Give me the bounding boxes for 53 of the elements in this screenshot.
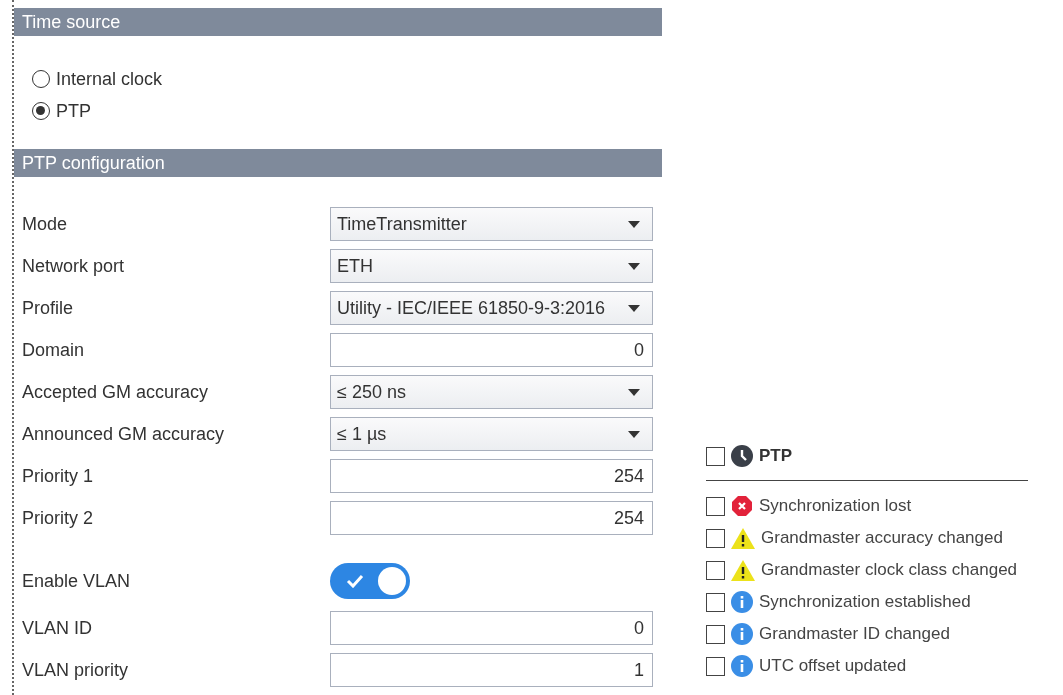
field-label: Priority 1	[21, 465, 94, 487]
dropdown[interactable]: ≤ 250 ns	[330, 375, 653, 409]
event-label: Grandmaster ID changed	[759, 624, 950, 644]
info-icon	[731, 623, 753, 645]
error-icon	[731, 495, 753, 517]
event-label: Grandmaster clock class changed	[761, 560, 1018, 580]
dropdown[interactable]: TimeTransmitter	[330, 207, 653, 241]
number-field[interactable]: 0	[330, 333, 653, 367]
event-label: UTC offset updated	[759, 656, 907, 676]
field-label: Network port	[21, 255, 126, 277]
number-field[interactable]: 1	[330, 653, 653, 687]
event-label: Synchronization established	[759, 592, 971, 612]
checkbox[interactable]	[706, 592, 725, 612]
info-icon	[731, 591, 753, 613]
check-icon	[346, 574, 364, 588]
event-label: Synchronization lost	[759, 496, 912, 516]
dropdown[interactable]: ≤ 1 µs	[330, 417, 653, 451]
checkbox[interactable]	[706, 446, 725, 466]
radio-label: PTP	[56, 100, 91, 122]
section-header: PTP configuration	[14, 149, 662, 177]
field-label: Domain	[21, 339, 86, 361]
dropdown[interactable]: Utility - IEC/IEEE 61850-9-3:2016	[330, 291, 653, 325]
caret-icon	[628, 220, 640, 228]
clock-icon	[731, 445, 753, 467]
number-field[interactable]: 254	[330, 459, 653, 493]
field-label: Profile	[21, 297, 75, 319]
checkbox[interactable]	[706, 624, 725, 644]
toggle-switch[interactable]	[330, 563, 410, 599]
field-label: VLAN priority	[21, 659, 130, 681]
warning-icon	[731, 527, 755, 549]
caret-icon	[628, 304, 640, 312]
caret-icon	[628, 430, 640, 438]
radio-label: Internal clock	[56, 68, 163, 90]
field-label: Accepted GM accuracy	[21, 381, 210, 403]
event-group-label: PTP	[759, 446, 793, 466]
warning-icon	[731, 559, 755, 581]
checkbox[interactable]	[706, 656, 725, 676]
event-label: Grandmaster accuracy changed	[761, 528, 1003, 548]
field-label: Priority 2	[21, 507, 94, 529]
number-field[interactable]: 254	[330, 501, 653, 535]
field-label: Enable VLAN	[21, 570, 132, 592]
number-field[interactable]: 0	[330, 611, 653, 645]
checkbox[interactable]	[706, 496, 725, 516]
field-label: VLAN ID	[21, 617, 94, 639]
caret-icon	[628, 262, 640, 270]
info-icon	[731, 655, 753, 677]
caret-icon	[628, 388, 640, 396]
field-label: Announced GM accuracy	[21, 423, 226, 445]
checkbox[interactable]	[706, 560, 725, 580]
section-header: Time source	[14, 8, 662, 36]
field-label: Mode	[21, 213, 69, 235]
dropdown[interactable]: ETH	[330, 249, 653, 283]
checkbox[interactable]	[706, 528, 725, 548]
